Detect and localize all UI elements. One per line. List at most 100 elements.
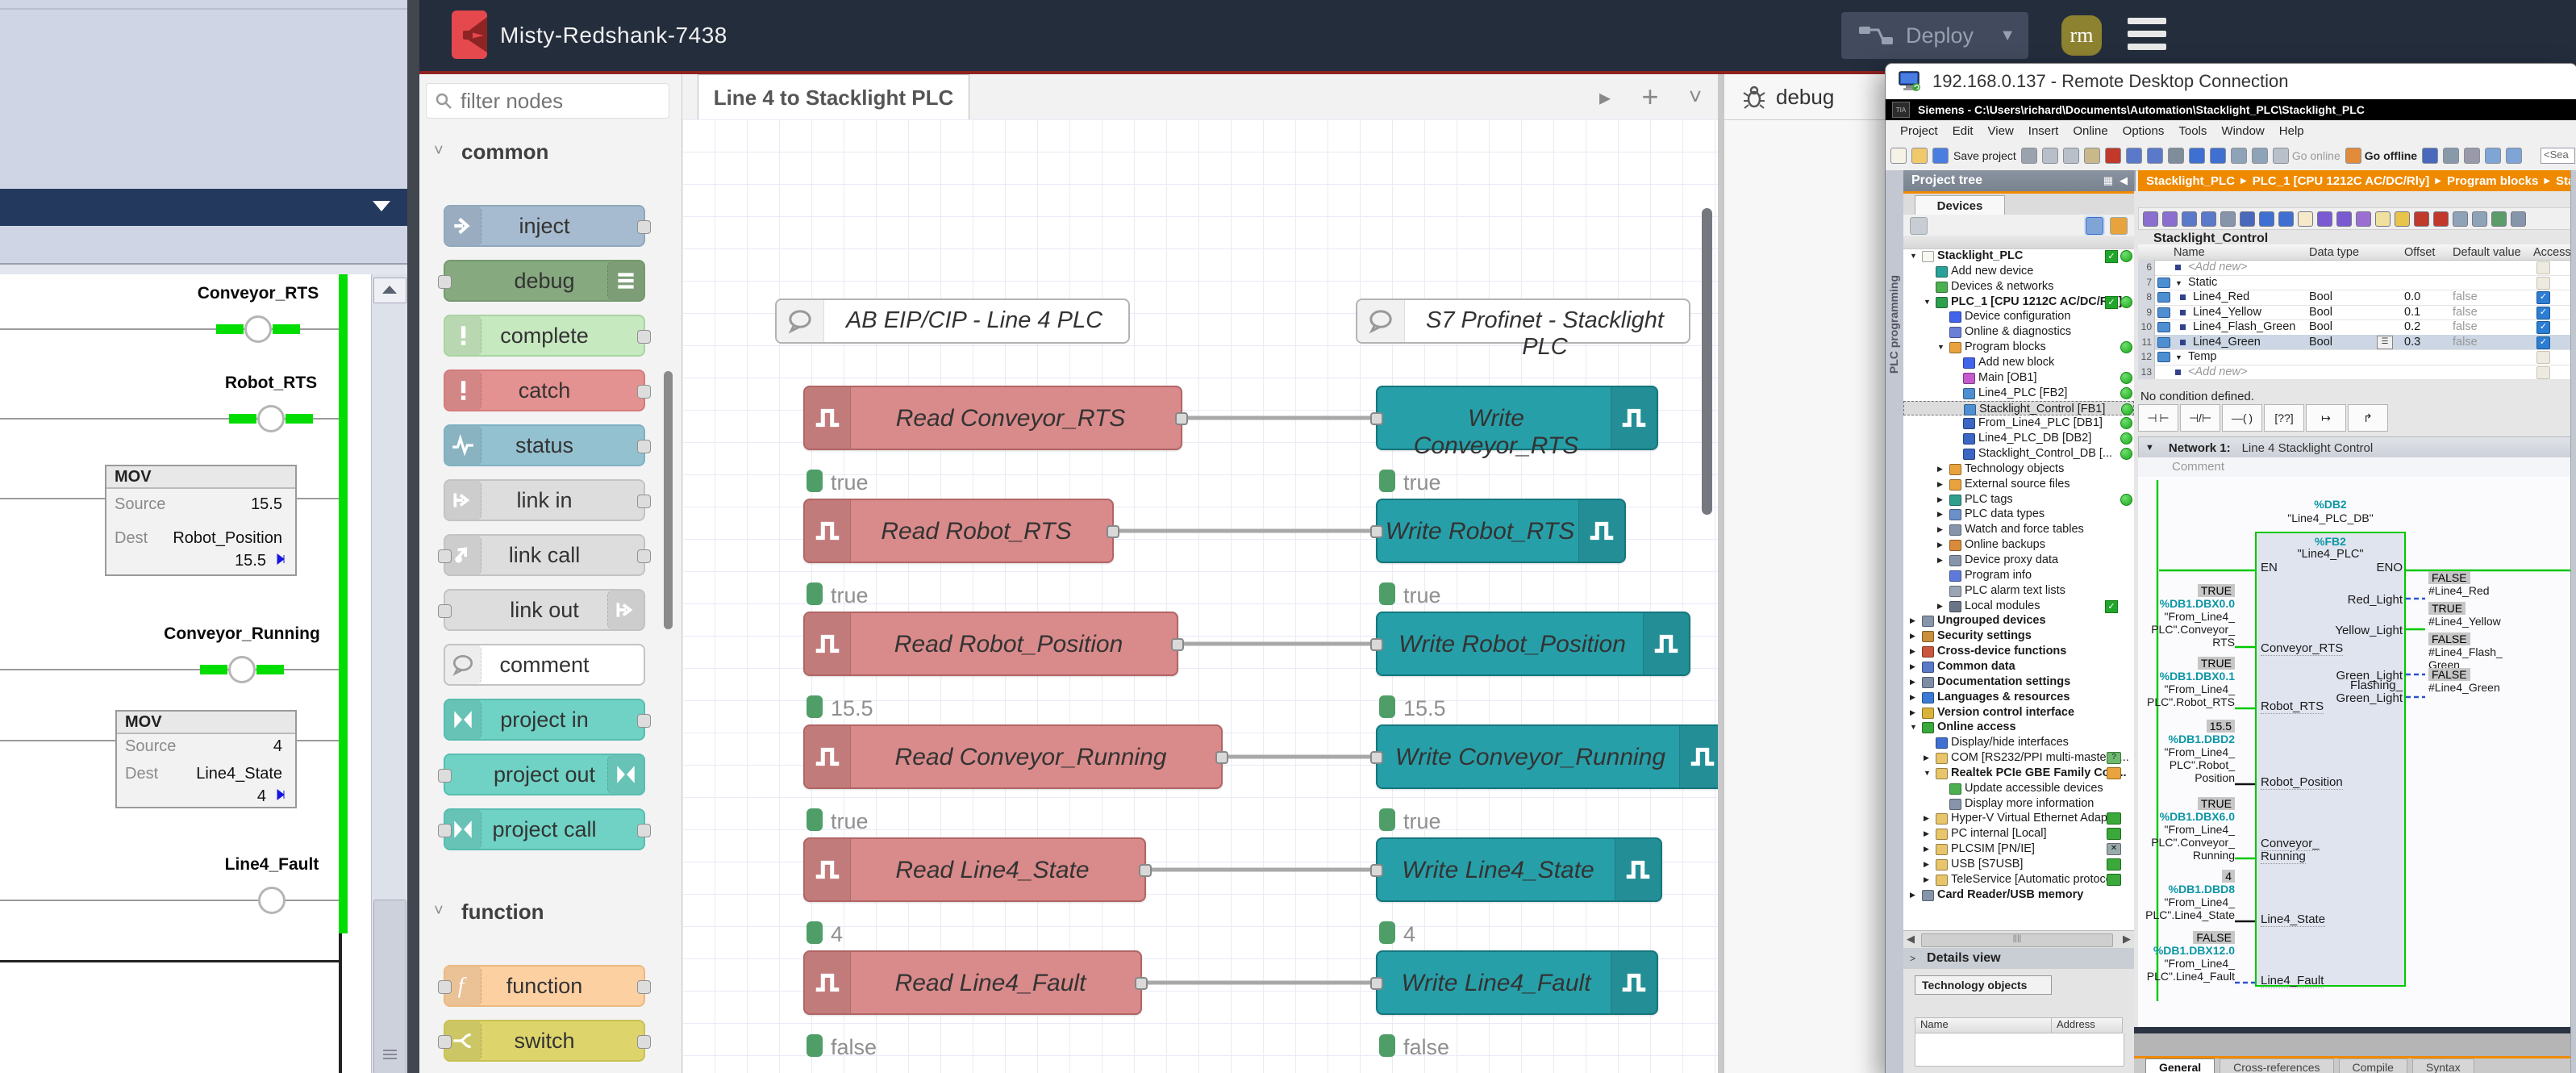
tree-item-display-more-information[interactable]: Display more information	[1903, 796, 2134, 812]
palette-node-project-in[interactable]: project in	[444, 699, 645, 741]
expander-closed-icon[interactable]: ▶	[1924, 814, 1929, 823]
output-coil[interactable]	[258, 887, 286, 914]
palette-category-function[interactable]: ˅function	[419, 896, 682, 928]
copy-icon[interactable]	[2063, 148, 2079, 164]
read-node[interactable]: Read Conveyor_RTS	[803, 386, 1182, 450]
palette-node-catch[interactable]: catch	[444, 369, 645, 411]
input-port[interactable]	[438, 604, 452, 618]
insert-icon[interactable]	[2443, 148, 2459, 164]
row-datatype[interactable]: Bool	[2309, 290, 2332, 303]
write-node[interactable]: Write Robot_Position	[1376, 612, 1690, 676]
write-node[interactable]: Write Conveyor_Running	[1376, 724, 1718, 789]
group-expander-icon[interactable]: ▼	[2175, 279, 2182, 287]
nc-contact-icon[interactable]: ⊣/⊢	[2180, 404, 2220, 432]
tree-item-technology-objects[interactable]: ▶Technology objects	[1903, 461, 2134, 477]
breadcrumb-segment[interactable]: PLC_1 [CPU 1212C AC/DC/Rly]	[2253, 174, 2430, 188]
tree-item-program-blocks[interactable]: ▼Program blocks	[1903, 340, 2134, 355]
expander-closed-icon[interactable]: ▶	[1910, 678, 1915, 687]
ladder-scroll-thumb[interactable]	[373, 900, 406, 1073]
add-row-below-icon[interactable]	[2201, 211, 2216, 227]
output-coil[interactable]	[228, 656, 256, 683]
close-branch-icon[interactable]: ↱	[2348, 404, 2388, 432]
scroll-tabs-icon[interactable]: ▸	[1586, 79, 1624, 115]
tree-item-security-settings[interactable]: ▶Security settings	[1903, 628, 2134, 644]
tree-item-external-source-files[interactable]: ▶External source files	[1903, 477, 2134, 492]
monitor-all-icon[interactable]	[2375, 211, 2391, 227]
tia-titlebar[interactable]: TIA Siemens - C:\Users\richard\Documents…	[1886, 99, 2576, 120]
open-branch-icon[interactable]: ↦	[2306, 404, 2346, 432]
accessible-checkbox-empty[interactable]	[2536, 277, 2550, 290]
tab-syntax[interactable]: Syntax	[2412, 1058, 2474, 1073]
expander-closed-icon[interactable]: ▶	[1910, 632, 1915, 641]
download-icon[interactable]	[2189, 148, 2205, 164]
output-port[interactable]	[637, 220, 651, 234]
go-offline-button[interactable]: Go offline	[2365, 149, 2417, 162]
tree-item-add-new-block[interactable]: Add new block	[1903, 355, 2134, 370]
input-port[interactable]	[438, 769, 452, 783]
tree-item-program-info[interactable]: Program info	[1903, 568, 2134, 583]
comment-node[interactable]: AB EIP/CIP - Line 4 PLC	[775, 299, 1130, 344]
expander-closed-icon[interactable]: ▶	[1937, 602, 1943, 611]
menu-help[interactable]: Help	[2279, 124, 2304, 138]
expander-closed-icon[interactable]: ▶	[1910, 647, 1915, 656]
split-v-icon[interactable]	[2278, 211, 2294, 227]
close-icon[interactable]	[2464, 148, 2480, 164]
canvas-vertical-scrollbar[interactable]	[1702, 208, 1712, 515]
tree-item-pc-internal-local-[interactable]: ▶PC internal [Local]	[1903, 826, 2134, 841]
accessible-checkbox-empty[interactable]	[2536, 366, 2550, 379]
menu-view[interactable]: View	[1988, 124, 2014, 138]
palette-node-link-in[interactable]: link in	[444, 479, 645, 521]
palette-node-comment[interactable]: comment	[444, 644, 645, 686]
tree-item-version-control-interface[interactable]: ▶Version control interface	[1903, 705, 2134, 720]
favorites-icon[interactable]	[2395, 211, 2410, 227]
online-plug-icon[interactable]	[2273, 148, 2289, 164]
write-node[interactable]: Write Robot_RTS	[1376, 499, 1626, 563]
coil-icon[interactable]: —( )	[2222, 404, 2262, 432]
delete-row-icon[interactable]	[2162, 211, 2178, 227]
tree-item-add-new-device[interactable]: Add new device	[1903, 264, 2134, 279]
paste-icon[interactable]	[2084, 148, 2100, 164]
expander-closed-icon[interactable]: ▶	[1910, 693, 1915, 702]
mov-instruction-box[interactable]: MOVSource15.5DestRobot_Position15.5	[105, 465, 297, 576]
init-values-icon[interactable]	[2491, 211, 2507, 227]
expander-closed-icon[interactable]: ▶	[1924, 829, 1929, 838]
write-node[interactable]: Write Line4_Fault	[1376, 950, 1658, 1015]
tab-technology-objects[interactable]: Technology objects	[1915, 975, 2052, 995]
table-row--add-new-[interactable]: 6<Add new>	[2138, 260, 2576, 276]
read-node[interactable]: Read Line4_Fault	[803, 950, 1142, 1015]
table-row-static[interactable]: 7▼Static	[2138, 275, 2576, 291]
deploy-button[interactable]: Deploy ▼	[1841, 12, 2028, 59]
delete-icon[interactable]	[2105, 148, 2121, 164]
group-expander-icon[interactable]: ▼	[2175, 353, 2182, 361]
snapshot-icon[interactable]	[2356, 211, 2371, 227]
user-avatar[interactable]: rm	[2061, 15, 2102, 56]
read-node[interactable]: Read Robot_Position	[803, 612, 1178, 676]
accessible-checkbox-checked[interactable]: ✓	[2536, 291, 2550, 304]
palette-node-project-out[interactable]: project out	[444, 754, 645, 795]
main-menu-button[interactable]	[2128, 16, 2166, 55]
table-row-line4-red[interactable]: 8Line4_RedBool0.0false✓	[2138, 290, 2576, 306]
menu-options[interactable]: Options	[2123, 124, 2165, 138]
network-header[interactable]: ▼ Network 1: Line 4 Stacklight Control	[2138, 436, 2576, 459]
expander-open-icon[interactable]: ▼	[1924, 298, 1931, 306]
expander-closed-icon[interactable]: ▶	[1910, 616, 1915, 625]
details-view-header[interactable]: ˃ Details view	[1903, 948, 2134, 970]
tree-item-stacklight-plc[interactable]: ▼Stacklight_PLC✓	[1903, 248, 2134, 264]
upload-icon[interactable]	[2210, 148, 2226, 164]
palette-node-link-out[interactable]: link out	[444, 589, 645, 631]
sort-icon[interactable]	[1910, 217, 1928, 235]
tree-item-com-rs232-ppi-multi-master-c-[interactable]: ▶COM [RS232/PPI multi-master c...?	[1903, 750, 2134, 766]
row-default[interactable]: false	[2453, 306, 2478, 319]
row-default[interactable]: false	[2453, 290, 2478, 303]
ladder-collapsed-titlebar[interactable]	[0, 189, 407, 226]
tree-hscroll-thumb[interactable]: ||||	[1921, 933, 2113, 947]
output-coil[interactable]	[257, 405, 285, 432]
input-port[interactable]	[438, 980, 452, 994]
details-col-name[interactable]: Name	[1915, 1017, 2052, 1033]
table-row-line4-flash-green[interactable]: 10Line4_Flash_GreenBool0.2false✓	[2138, 319, 2576, 336]
palette-node-project-call[interactable]: project call	[444, 808, 645, 850]
read-node[interactable]: Read Robot_RTS	[803, 499, 1114, 563]
palette-node-complete[interactable]: complete	[444, 315, 645, 357]
expander-open-icon[interactable]: ▼	[1910, 723, 1917, 731]
tree-item-from-line4-plc-db1-[interactable]: From_Line4_PLC [DB1]	[1903, 415, 2134, 431]
